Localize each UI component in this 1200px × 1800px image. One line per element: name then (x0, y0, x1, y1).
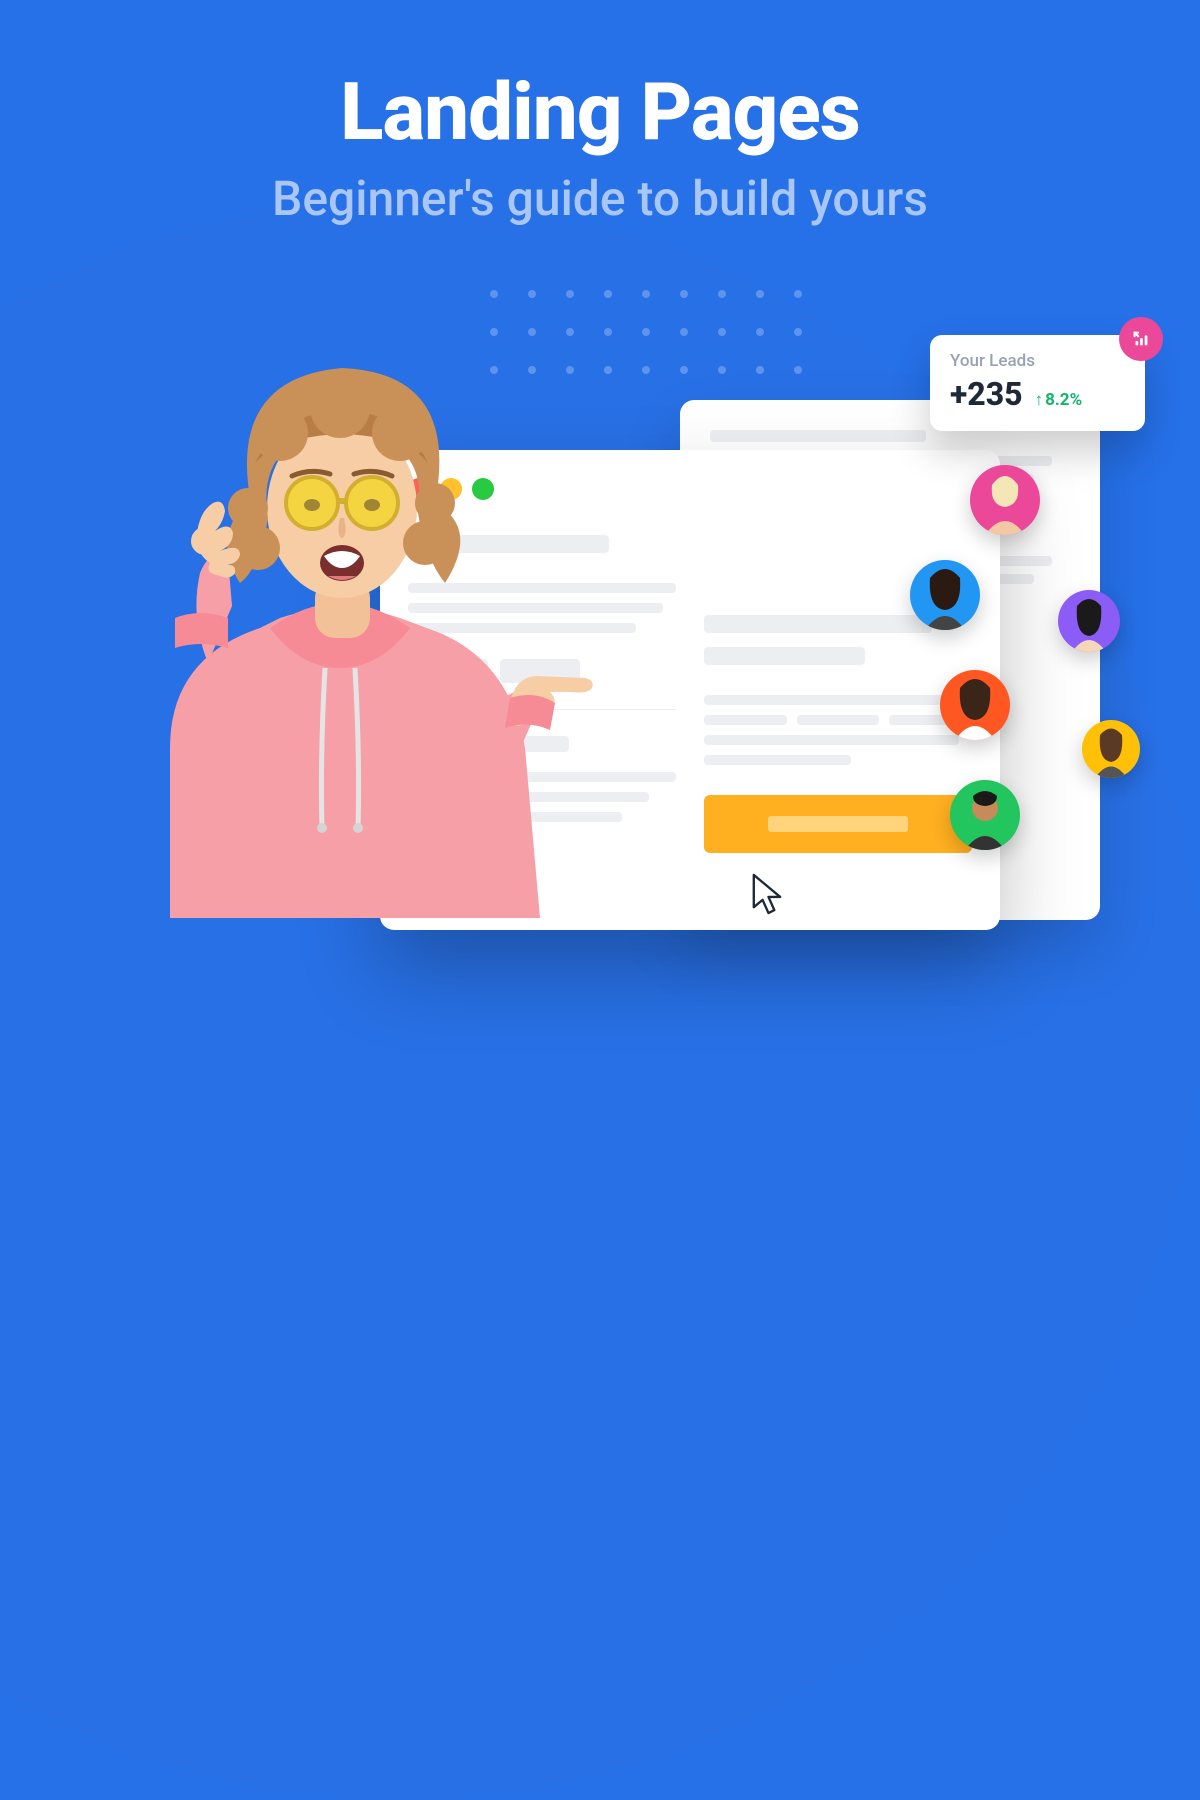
avatar (1058, 590, 1120, 652)
trend-up-icon: ↑ (1035, 390, 1044, 410)
leads-label: Your Leads (950, 351, 1125, 371)
leads-card: Your Leads +235 ↑ 8.2% (930, 335, 1145, 431)
avatar (940, 670, 1010, 740)
cursor-icon (749, 872, 785, 920)
avatar (950, 780, 1020, 850)
trend-percent: 8.2% (1045, 390, 1082, 410)
leads-value: +235 (950, 375, 1023, 413)
page-title: Landing Pages (0, 65, 1200, 159)
avatar (1082, 720, 1140, 778)
hero-person-illustration (80, 318, 600, 918)
analytics-badge-icon (1119, 317, 1163, 361)
leads-trend: ↑ 8.2% (1035, 390, 1083, 410)
page-subtitle: Beginner's guide to build yours (0, 170, 1200, 227)
cta-button[interactable] (704, 795, 972, 853)
avatar (970, 465, 1040, 535)
avatar (910, 560, 980, 630)
